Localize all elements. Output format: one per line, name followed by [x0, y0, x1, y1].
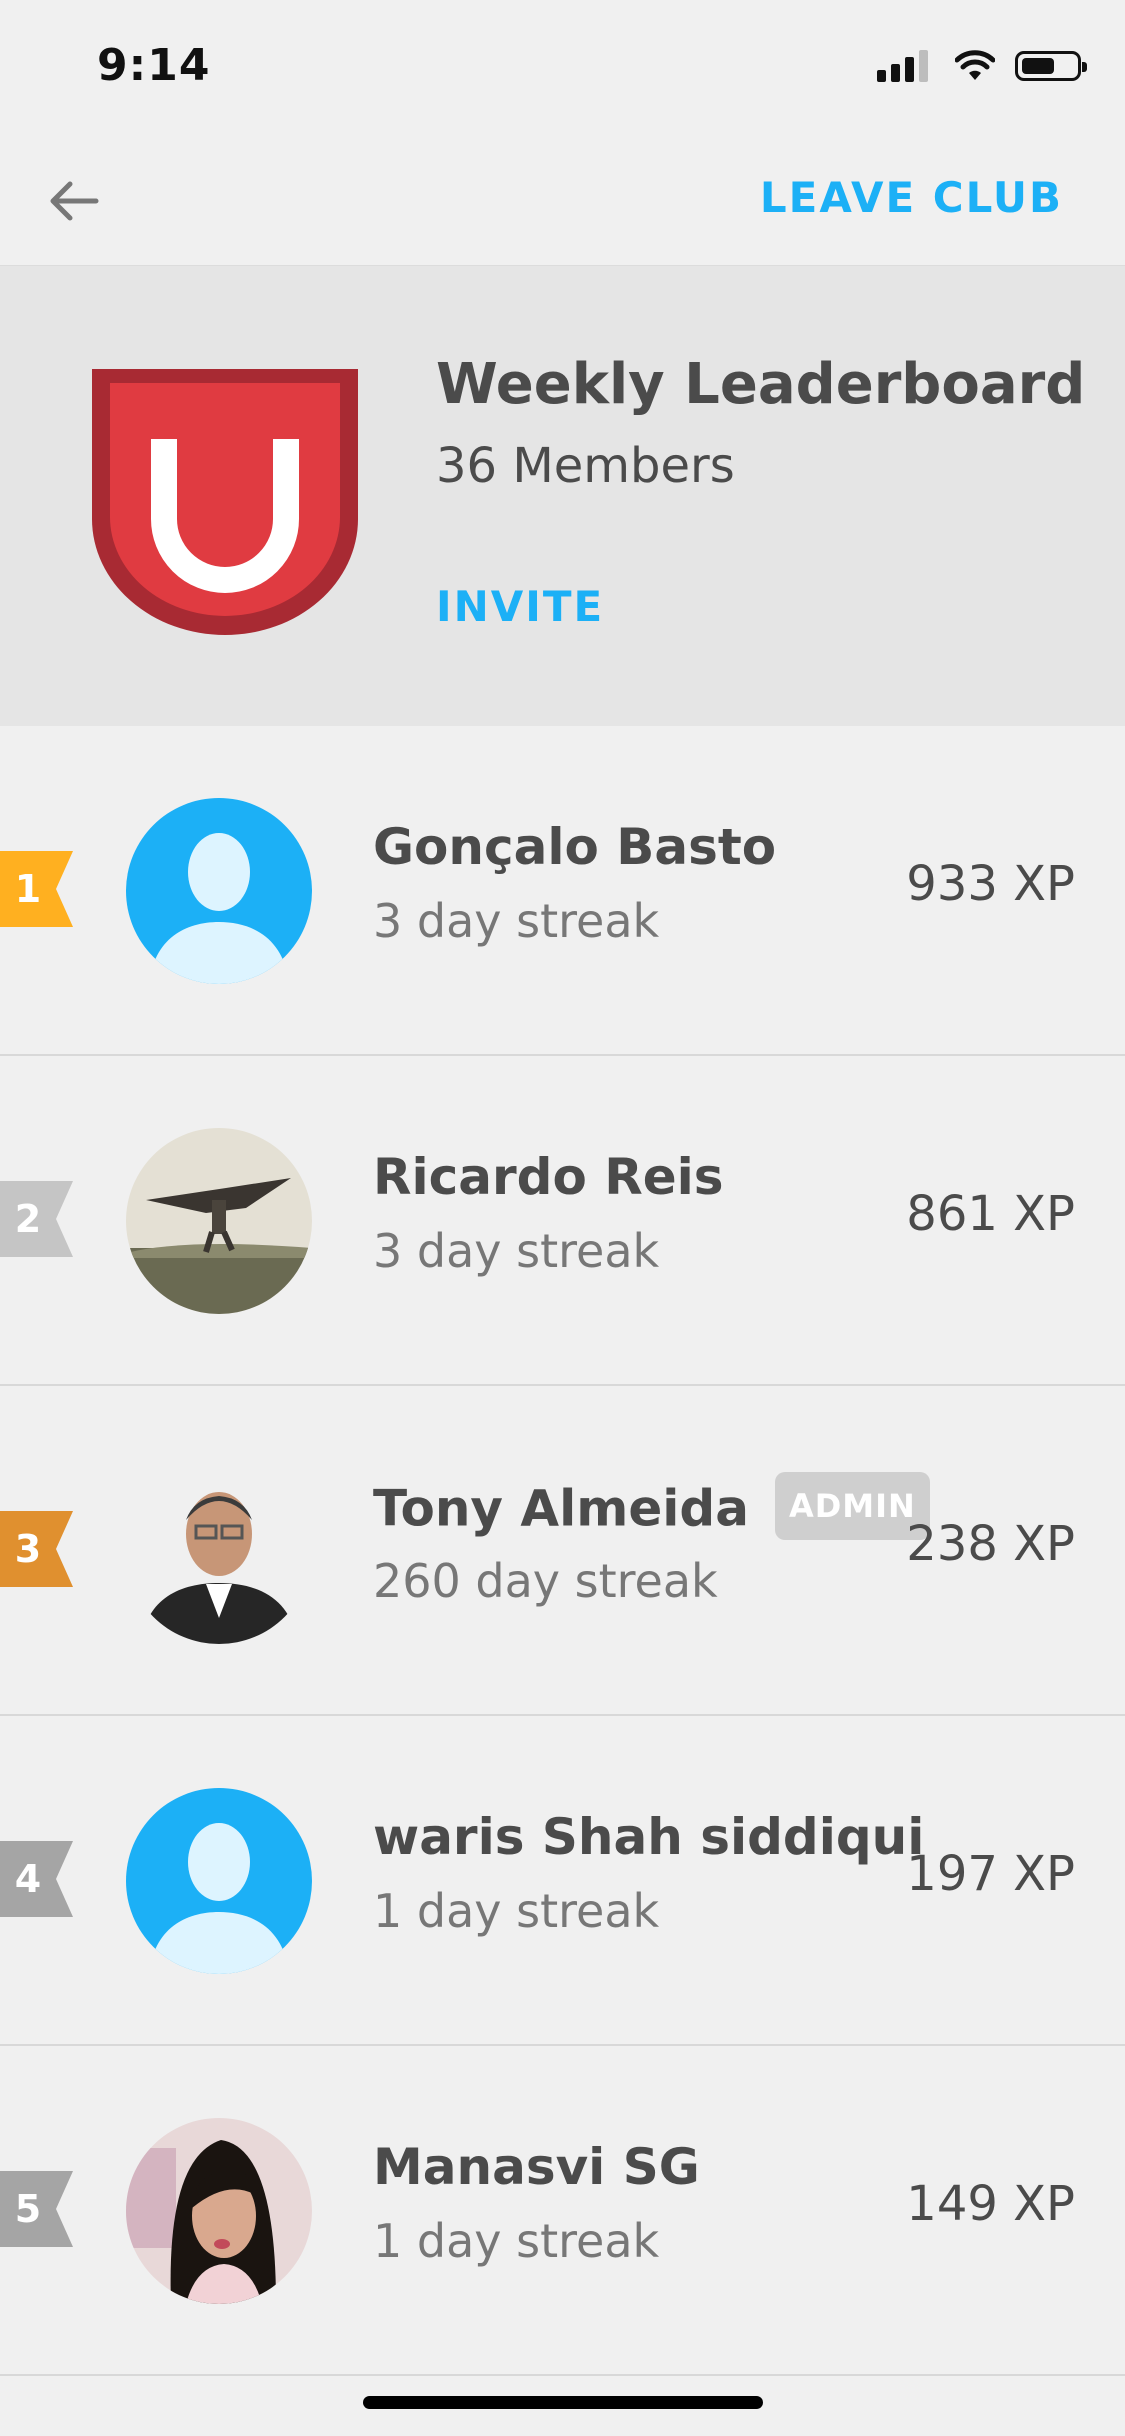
member-name[interactable]: Gonçalo Basto: [373, 818, 776, 876]
streak-text: 3 day streak: [373, 1224, 660, 1278]
photo-avatar[interactable]: [126, 1128, 312, 1314]
leaderboard-row[interactable]: 5 Manasvi SG 1 day streak 149 XP: [0, 2046, 1125, 2376]
xp-value: 933 XP: [906, 856, 1075, 912]
leaderboard-row[interactable]: 1 Gonçalo Basto 3 day streak 933 XP: [0, 726, 1125, 1056]
club-header: Weekly Leaderboard 36 Members INVITE: [0, 266, 1125, 726]
battery-icon: [1015, 51, 1087, 81]
xp-value: 238 XP: [906, 1516, 1075, 1572]
rank-number: 3: [14, 1527, 42, 1571]
leaderboard-row[interactable]: 2 Ricardo Reis 3 day streak 861 XP: [0, 1056, 1125, 1386]
member-count: 36 Members: [436, 438, 735, 494]
streak-text: 260 day streak: [373, 1554, 718, 1608]
default-avatar-icon[interactable]: [126, 798, 312, 984]
member-name-text: Tony Almeida: [373, 1479, 749, 1538]
rank-number: 2: [14, 1197, 42, 1241]
streak-text: 1 day streak: [373, 2214, 660, 2268]
status-time: 9:14: [97, 40, 211, 91]
home-indicator[interactable]: [363, 2396, 763, 2409]
photo-avatar[interactable]: [126, 2118, 312, 2304]
rank-number: 5: [14, 2187, 42, 2231]
streak-text: 3 day streak: [373, 894, 660, 948]
member-name[interactable]: waris Shah siddiqui: [373, 1808, 924, 1866]
default-avatar-icon[interactable]: [126, 1788, 312, 1974]
rank-number: 1: [14, 867, 42, 911]
leaderboard-list: 1 Gonçalo Basto 3 day streak 933 XP 2 Ri…: [0, 726, 1125, 2376]
arrow-left-icon[interactable]: [44, 171, 104, 231]
xp-value: 197 XP: [906, 1846, 1075, 1902]
status-icons: [877, 50, 1087, 82]
status-bar: 9:14: [0, 0, 1125, 135]
xp-value: 861 XP: [906, 1186, 1075, 1242]
wifi-icon: [955, 50, 995, 80]
xp-value: 149 XP: [906, 2176, 1075, 2232]
signal-icon: [877, 50, 933, 82]
shield-icon: [92, 369, 358, 635]
leaderboard-row[interactable]: 4 waris Shah siddiqui 1 day streak 197 X…: [0, 1716, 1125, 2046]
member-name[interactable]: Ricardo Reis: [373, 1148, 724, 1206]
nav-bar: LEAVE CLUB: [0, 135, 1125, 267]
invite-button[interactable]: INVITE: [436, 582, 604, 631]
member-name[interactable]: Manasvi SG: [373, 2138, 700, 2196]
photo-avatar[interactable]: [126, 1458, 312, 1644]
member-name[interactable]: Tony Almeida ADMIN: [373, 1472, 930, 1546]
streak-text: 1 day streak: [373, 1884, 660, 1938]
rank-number: 4: [14, 1857, 42, 1901]
page-title: Weekly Leaderboard: [436, 352, 1086, 417]
leaderboard-row[interactable]: 3 Tony Almeida ADMIN 260 day streak 238 X…: [0, 1386, 1125, 1716]
leave-club-button[interactable]: LEAVE CLUB: [760, 173, 1063, 222]
